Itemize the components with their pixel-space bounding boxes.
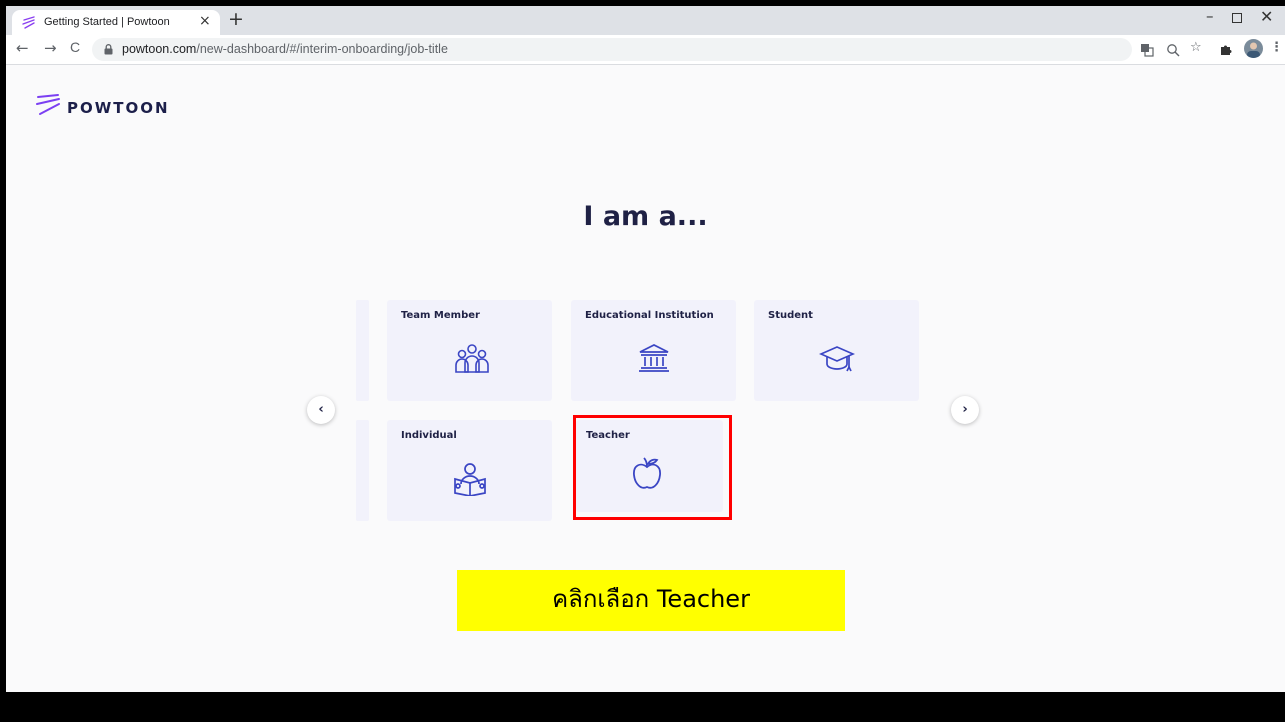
card-label: Student: [768, 310, 813, 321]
institution-icon: [639, 344, 669, 372]
instruction-caption: คลิกเลือก Teacher: [457, 570, 845, 631]
carousel-prev-button[interactable]: ‹: [307, 396, 335, 424]
powtoon-logo[interactable]: POWTOON: [35, 92, 185, 122]
avatar-person-icon: [1247, 42, 1260, 58]
url-text: powtoon.com/new-dashboard/#/interim-onbo…: [122, 42, 448, 56]
card-educational-institution[interactable]: Educational Institution: [571, 300, 736, 401]
card-label: Educational Institution: [585, 310, 714, 321]
close-window-button[interactable]: ✕: [1260, 7, 1273, 26]
partial-card-left-top[interactable]: [356, 300, 369, 401]
card-label: Team Member: [401, 310, 480, 321]
page-title: I am a...: [583, 201, 708, 232]
card-team-member[interactable]: Team Member: [387, 300, 552, 401]
zoom-icon[interactable]: [1166, 43, 1180, 57]
graduation-cap-icon: [819, 346, 855, 372]
card-individual[interactable]: Individual: [387, 420, 552, 521]
tab-strip: Getting Started | Powtoon × + – ✕: [6, 6, 1285, 35]
bottom-black-bar: [0, 692, 1285, 722]
url-path: /new-dashboard/#/interim-onboarding/job-…: [196, 42, 448, 56]
logo-text: POWTOON: [67, 99, 170, 117]
carousel-next-button[interactable]: ›: [951, 396, 979, 424]
powtoon-logo-icon: [36, 94, 60, 115]
minimize-button[interactable]: –: [1206, 7, 1214, 25]
bookmark-star-icon[interactable]: ☆: [1190, 40, 1202, 55]
browser-window: Getting Started | Powtoon × + – ✕ ← → C …: [6, 6, 1285, 692]
address-bar[interactable]: powtoon.com/new-dashboard/#/interim-onbo…: [92, 38, 1132, 61]
browser-menu-icon[interactable]: ⋮: [1270, 40, 1283, 55]
browser-tab[interactable]: Getting Started | Powtoon ×: [12, 10, 220, 35]
tab-close-icon[interactable]: ×: [199, 13, 211, 29]
team-icon: [455, 344, 489, 373]
card-student[interactable]: Student: [754, 300, 919, 401]
partial-card-left-bottom[interactable]: [356, 420, 369, 521]
url-host: powtoon.com: [122, 42, 197, 56]
browser-toolbar: ← → C powtoon.com/new-dashboard/#/interi…: [6, 35, 1285, 65]
reload-button[interactable]: C: [70, 39, 80, 55]
back-button[interactable]: ←: [16, 39, 29, 57]
tab-title: Getting Started | Powtoon: [44, 16, 170, 28]
translate-icon[interactable]: [1140, 43, 1154, 57]
powtoon-favicon-icon: [22, 16, 35, 29]
reading-person-icon: [454, 463, 486, 496]
teacher-highlight-box: [573, 415, 732, 520]
card-label: Individual: [401, 430, 457, 441]
extensions-puzzle-icon[interactable]: [1219, 43, 1232, 56]
page-content: POWTOON I am a... Team Member Educationa…: [6, 65, 1285, 692]
profile-avatar[interactable]: [1244, 39, 1263, 58]
new-tab-button[interactable]: +: [228, 9, 244, 29]
maximize-button[interactable]: [1232, 13, 1242, 23]
forward-button[interactable]: →: [44, 39, 57, 57]
lock-icon: [104, 44, 113, 55]
